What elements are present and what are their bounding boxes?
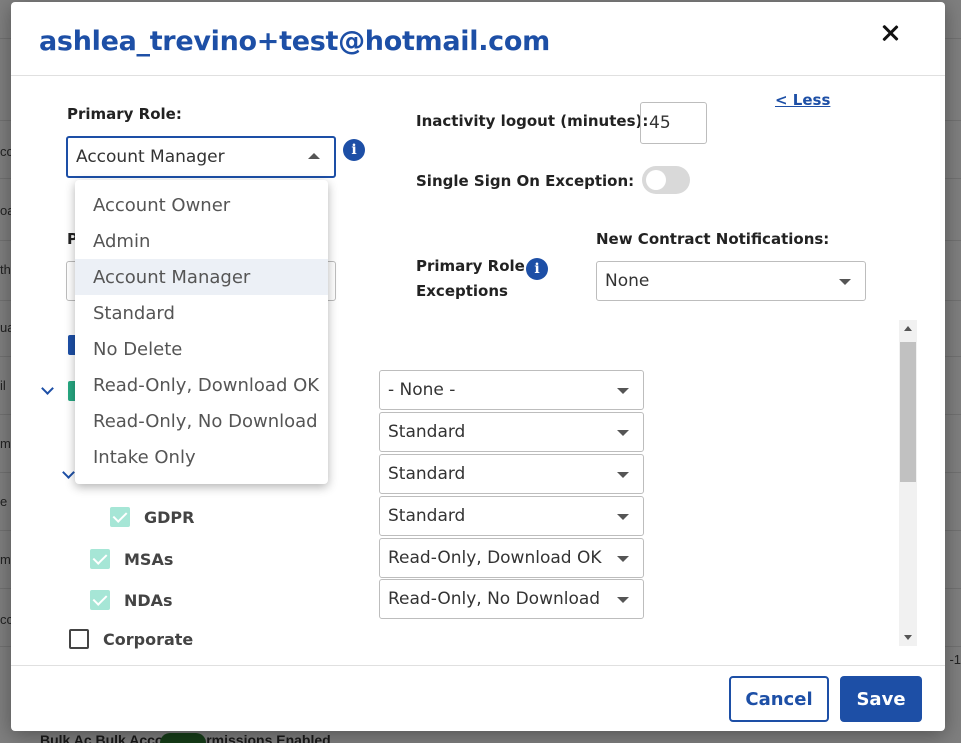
option-read-only-no-download[interactable]: Read-Only, No Download [75,403,328,439]
notifications-label: New Contract Notifications: [596,230,830,248]
chevron-down-icon[interactable] [42,385,54,397]
sso-label: Single Sign On Exception: [416,172,635,190]
chevron-down-icon [617,556,629,562]
primary-role-value: Account Manager [76,147,225,167]
role-select-ndas[interactable]: Read-Only, No Download [379,579,644,619]
chevron-down-icon [617,430,629,436]
close-icon[interactable] [877,20,903,46]
primary-role-dropdown: Account Owner Admin Account Manager Stan… [75,180,328,484]
notifications-value: None [605,271,650,291]
option-read-only-download-ok[interactable]: Read-Only, Download OK [75,367,328,403]
primary-role-label: Primary Role: [67,105,182,123]
modal-footer: Cancel Save [11,665,945,731]
role-select-gdpr[interactable]: Standard [379,496,644,536]
tree-label-ndas: NDAs [124,591,173,610]
less-link[interactable]: < Less [775,91,830,109]
info-icon[interactable]: i [526,258,548,280]
role-select[interactable]: - None - [379,370,644,410]
checkbox-corporate[interactable] [69,629,89,649]
chevron-down-icon [617,514,629,520]
chevron-up-icon [308,153,320,159]
option-intake-only[interactable]: Intake Only [75,439,328,475]
tree-label-msas: MSAs [124,550,174,569]
user-settings-modal: ashlea_trevino+test@hotmail.com < Less P… [11,2,945,731]
role-select[interactable]: Standard [379,454,644,494]
option-account-owner[interactable]: Account Owner [75,187,328,223]
scroll-up-icon[interactable] [904,326,912,331]
option-account-manager[interactable]: Account Manager [75,259,328,295]
scroll-down-icon[interactable] [904,635,912,640]
tree-label-corporate: Corporate [103,630,194,649]
toggle-knob [646,170,666,190]
role-select-value: Standard [388,422,466,442]
inactivity-label: Inactivity logout (minutes): [416,112,649,130]
role-select-msas[interactable]: Read-Only, Download OK [379,538,644,578]
inactivity-input[interactable]: 45 [640,102,707,144]
cancel-button[interactable]: Cancel [729,676,829,722]
role-select-value: Standard [388,506,466,526]
chevron-down-icon [617,597,629,603]
option-no-delete[interactable]: No Delete [75,331,328,367]
checkbox-gdpr[interactable] [110,507,130,527]
role-select-value: - None - [388,380,456,400]
tree-label-gdpr: GDPR [144,508,195,527]
exceptions-label-line2: Exceptions [416,282,508,300]
option-standard[interactable]: Standard [75,295,328,331]
exceptions-label: Primary Role [416,257,525,275]
role-select[interactable]: Standard [379,412,644,452]
role-select-value: Standard [388,464,466,484]
primary-role-select[interactable]: Account Manager [66,136,336,178]
chevron-down-icon [617,388,629,394]
sso-toggle[interactable] [642,166,690,194]
chevron-down-icon[interactable] [63,469,75,481]
info-icon[interactable]: i [343,139,365,161]
option-admin[interactable]: Admin [75,223,328,259]
scroll-thumb[interactable] [900,342,916,482]
chevron-down-icon [839,279,851,285]
save-button[interactable]: Save [840,676,922,722]
checkbox-ndas[interactable] [90,590,110,610]
chevron-down-icon [617,472,629,478]
scrollbar[interactable] [899,320,917,646]
notifications-select[interactable]: None [596,261,866,301]
modal-title: ashlea_trevino+test@hotmail.com [39,26,550,57]
modal-header: ashlea_trevino+test@hotmail.com [11,2,945,76]
role-select-value: Read-Only, Download OK [388,548,602,568]
checkbox-msas[interactable] [90,549,110,569]
role-select-value: Read-Only, No Download [388,589,601,609]
